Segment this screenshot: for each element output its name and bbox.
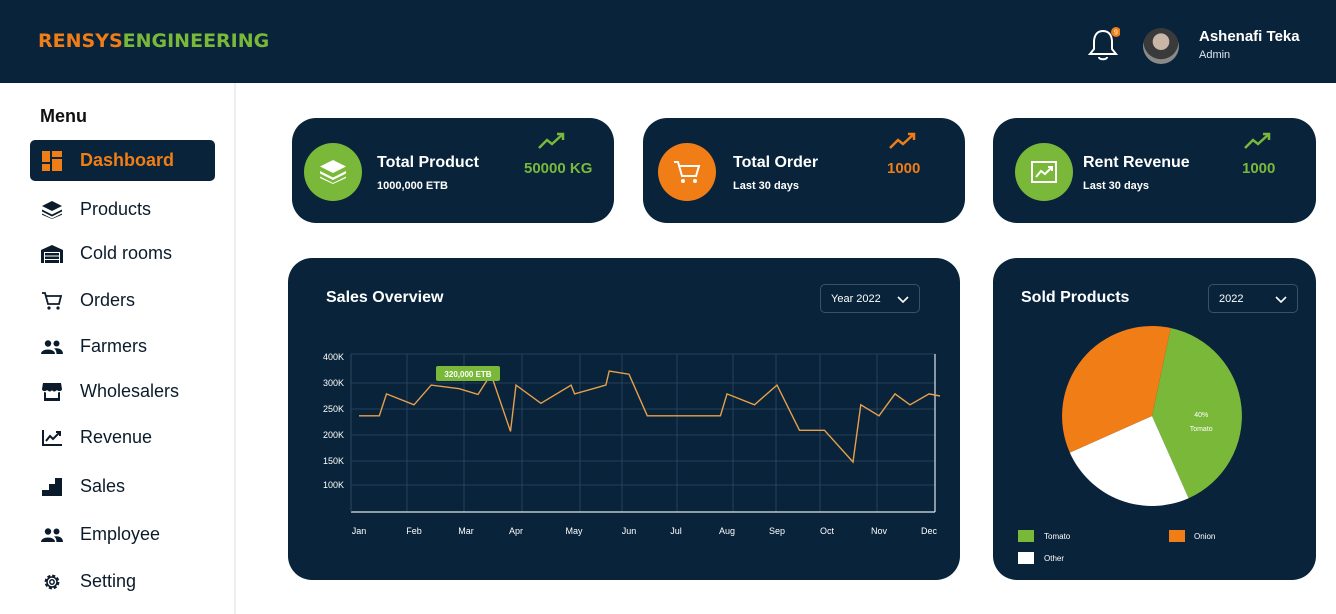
people-icon: [40, 335, 64, 359]
sidebar-item-farmers[interactable]: Farmers: [30, 326, 215, 367]
x-tick-label: Jul: [670, 526, 682, 536]
layers-icon: [40, 198, 64, 222]
stairs-icon: [40, 475, 64, 499]
cart-icon: [658, 143, 716, 201]
legend-swatch-other: [1018, 552, 1034, 564]
stat-value: 50000 KG: [524, 160, 593, 177]
sidebar-item-products[interactable]: Products: [30, 189, 215, 230]
sidebar-item-orders[interactable]: Orders: [30, 280, 215, 321]
stat-title: Rent Revenue: [1083, 154, 1190, 171]
x-tick-label: Oct: [820, 526, 835, 536]
stat-value: 1000: [1242, 160, 1276, 177]
stat-subtitle: 1000,000 ETB: [377, 180, 448, 192]
y-tick-label: 300K: [323, 378, 344, 388]
trend-up-icon: [889, 132, 916, 149]
x-tick-label: May: [565, 526, 583, 536]
sidebar-item-label: Sales: [80, 476, 126, 496]
y-tick-label: 100K: [323, 480, 344, 490]
menu-title: Menu: [40, 106, 87, 126]
pie-percent-label: 40%: [1194, 412, 1208, 419]
x-tick-label: Nov: [871, 526, 888, 536]
notification-bell-icon[interactable]: 9: [1086, 27, 1121, 63]
cart-icon: [40, 289, 64, 313]
x-tick-label: Feb: [406, 526, 422, 536]
sold-products-panel: Sold Products 2022 40%Tomato25%Other35%O…: [993, 258, 1316, 580]
sidebar-item-label: Cold rooms: [80, 243, 173, 263]
pie-percent-label: 35%: [1106, 438, 1120, 445]
people-icon: [40, 523, 64, 547]
sidebar-item-dashboard[interactable]: Dashboard: [30, 140, 215, 181]
sales-series-line: [359, 370, 941, 464]
stat-value: 1000: [887, 160, 921, 177]
sidebar-item-label: Dashboard: [80, 150, 175, 170]
legend-label-tomato: Tomato: [1044, 532, 1071, 541]
pie-category-label: Tomato: [1190, 426, 1213, 433]
y-tick-label: 250K: [323, 404, 344, 414]
stat-card-total-product[interactable]: Total Product 1000,000 ETB 50000 KG: [292, 118, 614, 223]
sidebar-item-label: Setting: [80, 571, 137, 591]
sidebar-item-sales[interactable]: Sales: [30, 466, 215, 507]
layers-icon: [304, 143, 362, 201]
avatar[interactable]: [1143, 28, 1179, 64]
warehouse-icon: [40, 242, 64, 266]
sold-products-pie-chart: 40%Tomato25%Other35%Onion: [1062, 326, 1242, 506]
chart-up-icon: [1015, 143, 1073, 201]
top-bar: RENSYSENGINEERING 9 Ashenafi Teka Admin: [0, 0, 1336, 83]
sidebar-item-wholesalers[interactable]: Wholesalers: [30, 371, 215, 412]
legend-swatch-onion: [1169, 530, 1185, 542]
y-tick-label: 400K: [323, 352, 344, 362]
x-tick-label: Jan: [352, 526, 367, 536]
stat-card-rent-revenue[interactable]: Rent Revenue Last 30 days 1000: [993, 118, 1316, 223]
legend-swatch-tomato: [1018, 530, 1034, 542]
brand-part-1: RENSYS: [38, 30, 123, 52]
legend-label-other: Other: [1044, 554, 1065, 563]
sidebar-item-revenue[interactable]: Revenue: [30, 417, 215, 458]
x-tick-label: Apr: [509, 526, 523, 536]
sidebar-item-label: Orders: [80, 290, 136, 310]
legend-label-onion: Onion: [1194, 532, 1216, 541]
stat-subtitle: Last 30 days: [1083, 180, 1150, 192]
dashboard-icon: [40, 149, 64, 173]
sidebar-item-label: Farmers: [80, 336, 147, 356]
sidebar-item-label: Employee: [80, 524, 161, 544]
pie-category-label: Onion: [1104, 452, 1123, 459]
sidebar-item-label: Revenue: [80, 427, 153, 447]
stat-title: Total Order: [733, 154, 819, 171]
sidebar: Menu Dashboard Products Cold rooms Order…: [0, 83, 236, 614]
x-tick-label: Sep: [769, 526, 785, 536]
store-icon: [40, 380, 64, 404]
x-tick-label: Mar: [458, 526, 474, 536]
sidebar-item-label: Products: [80, 199, 152, 219]
tooltip-text: 320,000 ETB: [444, 370, 491, 379]
sidebar-item-setting[interactable]: Setting: [30, 561, 215, 602]
gear-icon: [40, 570, 64, 594]
sales-line-chart: 400K 300K 250K 200K 150K 100K Jan Feb Mar Apr May J…: [323, 352, 941, 536]
sidebar-item-label: Wholesalers: [80, 381, 180, 401]
x-tick-label: Dec: [921, 526, 938, 536]
tooltip-badge: 320,000 ETB: [436, 366, 500, 381]
stat-card-total-order[interactable]: Total Order Last 30 days 1000: [643, 118, 965, 223]
stat-title: Total Product: [377, 154, 479, 171]
notification-count: 9: [1114, 30, 1118, 37]
x-tick-label: Aug: [719, 526, 735, 536]
user-name: Ashenafi Teka: [1199, 28, 1300, 45]
trend-up-icon: [538, 132, 565, 149]
brand-logo[interactable]: RENSYSENGINEERING: [38, 30, 269, 52]
chart-line-icon: [40, 426, 64, 450]
sales-overview-panel: Sales Overview Year 2022 400K 300K 250K 200…: [288, 258, 960, 580]
y-tick-label: 150K: [323, 456, 344, 466]
sidebar-item-employee[interactable]: Employee: [30, 514, 215, 555]
trend-up-icon: [1244, 132, 1271, 149]
x-tick-label: Jun: [622, 526, 637, 536]
stat-subtitle: Last 30 days: [733, 180, 800, 192]
brand-part-2: ENGINEERING: [122, 30, 270, 52]
y-tick-label: 200K: [323, 430, 344, 440]
user-role: Admin: [1199, 49, 1231, 61]
sidebar-item-cold-rooms[interactable]: Cold rooms: [30, 233, 215, 274]
